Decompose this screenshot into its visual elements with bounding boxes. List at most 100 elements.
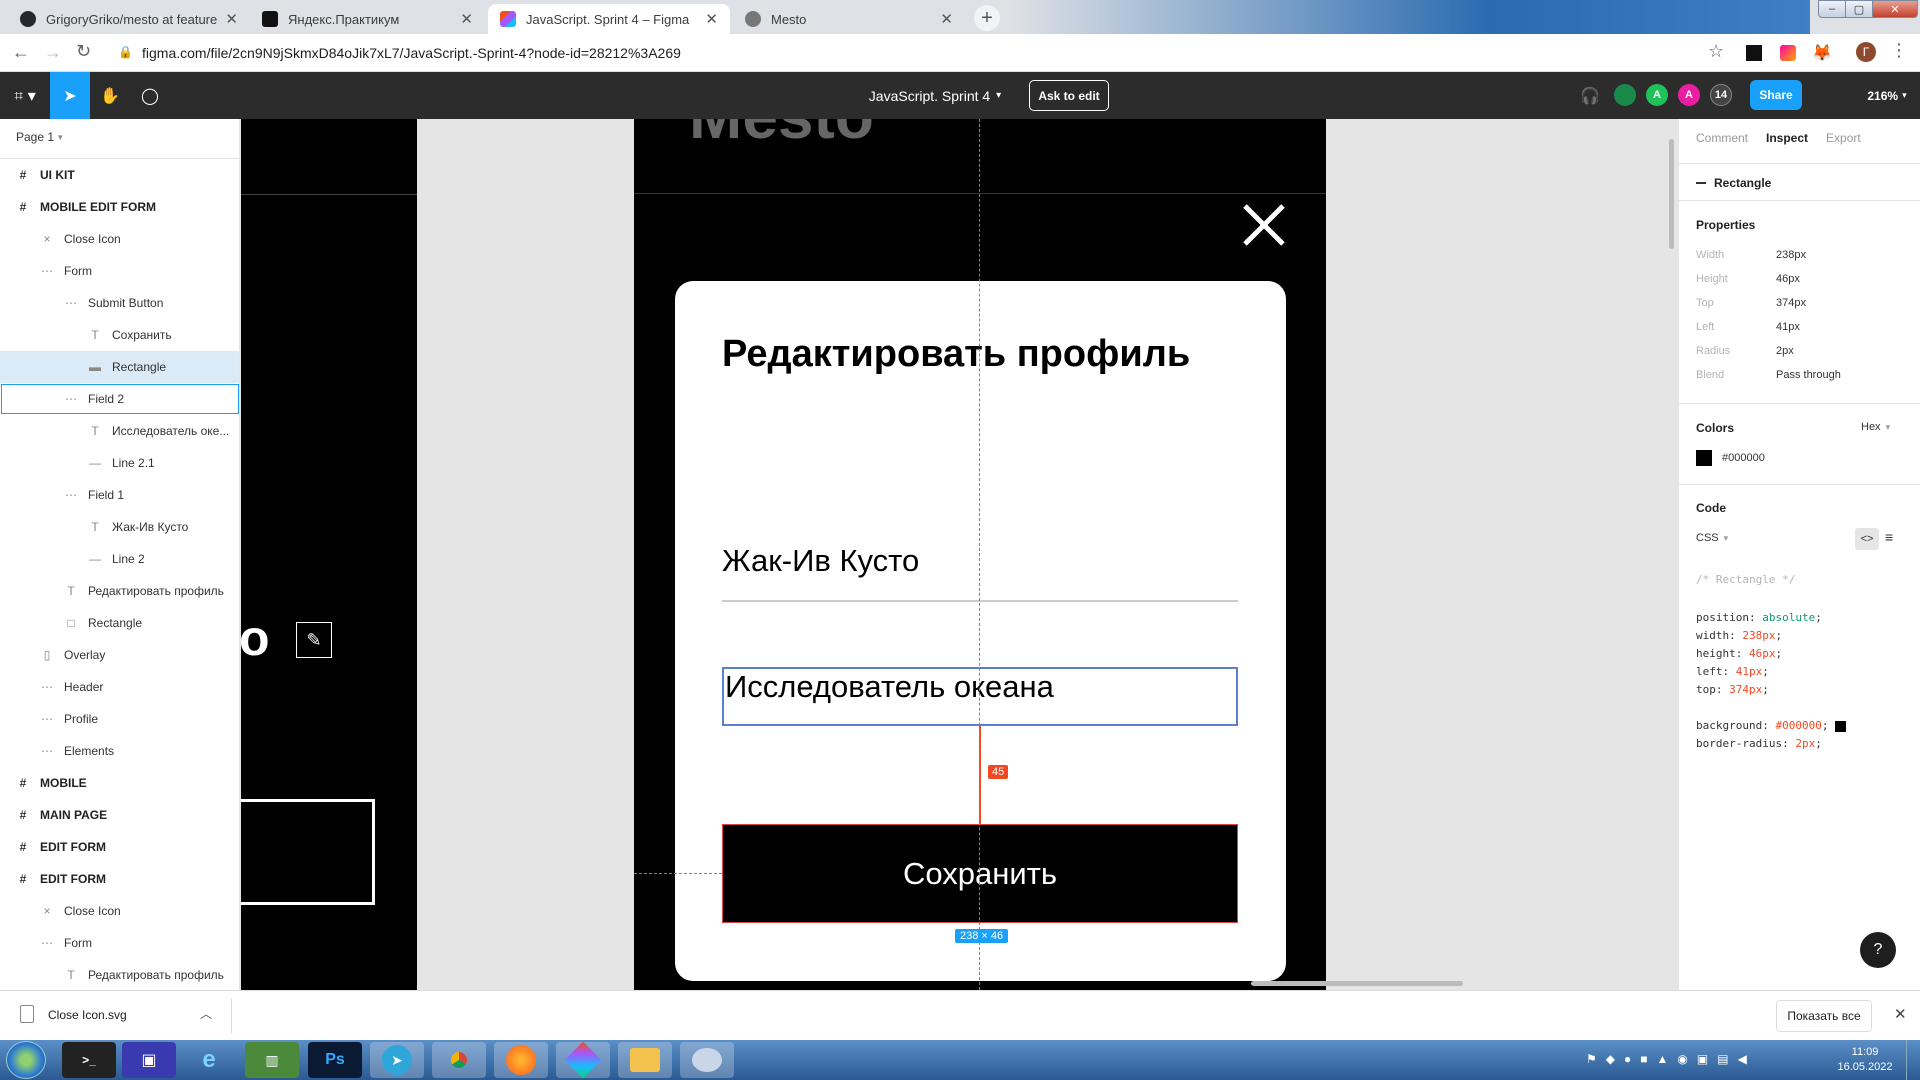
- show-all-button[interactable]: Показать все: [1776, 1000, 1872, 1032]
- layer-item[interactable]: # EDIT FORM: [0, 863, 239, 895]
- close-icon[interactable]: [1242, 203, 1286, 247]
- code-view-icon[interactable]: <>: [1855, 528, 1879, 550]
- canvas-horizontal-scrollbar[interactable]: [1251, 981, 1463, 986]
- color-swatch-row[interactable]: #000000: [1696, 450, 1765, 466]
- layer-item[interactable]: ⋯ Elements: [0, 735, 239, 767]
- taskbar-telegram-icon[interactable]: ➤: [370, 1042, 424, 1078]
- layer-item[interactable]: ▯ Overlay: [0, 639, 239, 671]
- extension-metamask-icon[interactable]: 🦊: [1812, 43, 1832, 63]
- close-tab-icon[interactable]: ✕: [940, 10, 953, 28]
- file-name[interactable]: JavaScript. Sprint 4 ▾: [850, 72, 1020, 119]
- taskbar-chart-icon[interactable]: ▥: [245, 1042, 299, 1078]
- bookmark-star-icon[interactable]: ☆: [1708, 41, 1724, 62]
- tray-icon[interactable]: ◆: [1606, 1052, 1615, 1066]
- mobile-frame-partial[interactable]: o ✎: [241, 119, 417, 990]
- layer-item[interactable]: ⋯ Submit Button: [0, 287, 239, 319]
- tab-github[interactable]: GrigoryGriko/mesto at feature/he ✕: [8, 4, 250, 34]
- clock[interactable]: 11:09 16.05.2022: [1835, 1045, 1895, 1075]
- layer-item[interactable]: ⋯ Field 1: [0, 479, 239, 511]
- taskbar-cmd-icon[interactable]: >_: [62, 1042, 116, 1078]
- close-downloads-icon[interactable]: ✕: [1894, 1005, 1907, 1023]
- tray-icon[interactable]: ⚑: [1586, 1052, 1597, 1066]
- chevron-up-icon[interactable]: ︿: [200, 1005, 212, 1022]
- layer-item[interactable]: ▬ Rectangle: [0, 351, 239, 383]
- layer-item[interactable]: — Line 2: [0, 543, 239, 575]
- close-tab-icon[interactable]: ✕: [705, 10, 718, 28]
- tray-icon[interactable]: ▲: [1657, 1052, 1669, 1066]
- tab-inspect[interactable]: Inspect: [1766, 131, 1808, 145]
- help-button[interactable]: ?: [1860, 932, 1896, 968]
- property-value[interactable]: Pass through: [1776, 369, 1841, 381]
- code-language-select[interactable]: CSS ▾: [1696, 532, 1728, 544]
- extension-notion-icon[interactable]: [1746, 45, 1762, 61]
- property-value[interactable]: 46px: [1776, 273, 1800, 285]
- reload-icon[interactable]: ↻: [76, 41, 91, 62]
- avatar-count[interactable]: 14: [1710, 84, 1732, 106]
- network-icon[interactable]: ▤: [1717, 1052, 1728, 1066]
- figma-menu-icon[interactable]: ⌗ ▾: [0, 72, 50, 119]
- taskbar-paint-icon[interactable]: [680, 1042, 734, 1078]
- property-value[interactable]: 2px: [1776, 345, 1794, 357]
- layer-item[interactable]: # MAIN PAGE: [0, 799, 239, 831]
- window-close-icon[interactable]: ✕: [1872, 0, 1918, 18]
- taskbar-chrome-icon[interactable]: [432, 1042, 486, 1078]
- download-file-name[interactable]: Close Icon.svg: [48, 1008, 127, 1022]
- taskbar-firefox-icon[interactable]: [494, 1042, 548, 1078]
- maximize-icon[interactable]: ▢: [1845, 0, 1873, 18]
- name-field[interactable]: Жак-Ив Кусто: [722, 543, 919, 579]
- start-button[interactable]: [6, 1041, 46, 1079]
- show-desktop-button[interactable]: [1906, 1040, 1920, 1080]
- layer-item[interactable]: T Сохранить: [0, 319, 239, 351]
- extension-color-icon[interactable]: [1780, 45, 1796, 61]
- layer-item[interactable]: # UI KIT: [0, 159, 239, 191]
- tray-icon[interactable]: ◉: [1677, 1052, 1687, 1066]
- layer-item[interactable]: T Редактировать профиль: [0, 959, 239, 990]
- close-tab-icon[interactable]: ✕: [225, 10, 238, 28]
- about-field[interactable]: Исследователь океана: [722, 667, 1238, 726]
- system-tray[interactable]: ⚑ ◆ ● ■ ▲ ◉ ▣ ▤ ◀: [1586, 1052, 1747, 1066]
- hand-tool-icon[interactable]: ✋: [90, 72, 130, 119]
- url-field[interactable]: 🔒 figma.com/file/2cn9N9jSkmxD84oJik7xL7/…: [108, 39, 1728, 67]
- tray-icon[interactable]: ▣: [1697, 1052, 1708, 1066]
- mobile-edit-form-frame[interactable]: Mesto Редактировать профиль Жак-Ив Кусто…: [634, 119, 1326, 990]
- canvas[interactable]: o ✎ Mesto Редактировать профиль Жак-Ив К…: [241, 119, 1678, 990]
- layer-item[interactable]: □ Rectangle: [0, 607, 239, 639]
- layer-item[interactable]: ⋯ Form: [0, 927, 239, 959]
- minimize-icon[interactable]: –: [1818, 0, 1846, 18]
- submit-button[interactable]: Сохранить: [722, 824, 1238, 923]
- color-format-select[interactable]: Hex ▾: [1861, 421, 1890, 433]
- layer-item[interactable]: ⋯ Form: [0, 255, 239, 287]
- layer-item[interactable]: ⋯ Profile: [0, 703, 239, 735]
- volume-icon[interactable]: ◀: [1738, 1052, 1747, 1066]
- taskbar-photoshop-icon[interactable]: Ps: [308, 1042, 362, 1078]
- move-tool-icon[interactable]: ➤: [50, 72, 90, 119]
- property-value[interactable]: 41px: [1776, 321, 1800, 333]
- add-button-outline[interactable]: [241, 799, 375, 905]
- taskbar-ie-icon[interactable]: e: [182, 1042, 236, 1078]
- css-code-block[interactable]: position: absolute; width: 238px; height…: [1696, 609, 1847, 753]
- layer-item[interactable]: × Close Icon: [0, 223, 239, 255]
- avatar[interactable]: A: [1646, 84, 1668, 106]
- layer-item[interactable]: # MOBILE: [0, 767, 239, 799]
- layer-item[interactable]: ⋯ Header: [0, 671, 239, 703]
- tray-icon[interactable]: ■: [1640, 1052, 1647, 1066]
- edit-pencil-icon[interactable]: ✎: [296, 622, 332, 658]
- comment-tool-icon[interactable]: ◯: [130, 72, 170, 119]
- tray-icon[interactable]: ●: [1624, 1052, 1631, 1066]
- new-tab-plus-icon[interactable]: +: [974, 5, 1000, 31]
- tab-figma[interactable]: JavaScript. Sprint 4 – Figma ✕: [488, 4, 730, 34]
- layer-item[interactable]: — Line 2.1: [0, 447, 239, 479]
- taskbar-figma-icon[interactable]: [556, 1041, 610, 1079]
- close-tab-icon[interactable]: ✕: [460, 10, 473, 28]
- back-arrow-icon[interactable]: ←: [12, 42, 30, 63]
- taskbar-save-icon[interactable]: ▣: [122, 1042, 176, 1078]
- ask-to-edit-button[interactable]: Ask to edit: [1029, 80, 1109, 111]
- tab-practicum[interactable]: Яндекс.Практикум ✕: [250, 4, 485, 34]
- headphones-icon[interactable]: 🎧: [1578, 72, 1602, 119]
- property-value[interactable]: 374px: [1776, 297, 1806, 309]
- layer-item[interactable]: # MOBILE EDIT FORM: [0, 191, 239, 223]
- avatar[interactable]: [1614, 84, 1636, 106]
- tab-export[interactable]: Export: [1826, 131, 1861, 145]
- zoom-level[interactable]: 216% ▾: [1862, 72, 1912, 119]
- layer-item[interactable]: ⋯ Field 2: [0, 383, 239, 415]
